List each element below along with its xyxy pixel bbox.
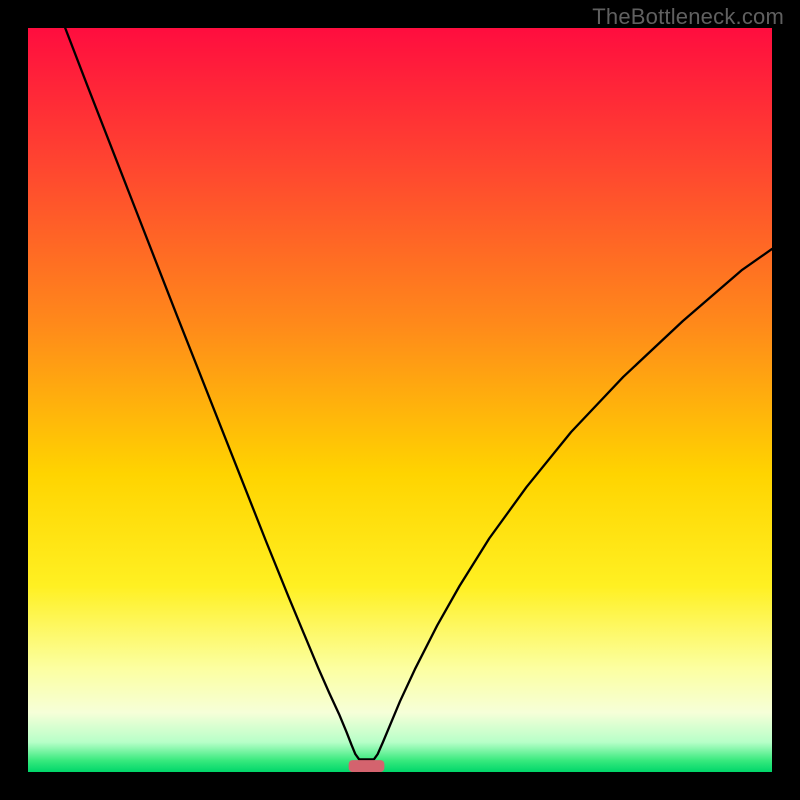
gradient-background [28,28,772,772]
chart-svg [28,28,772,772]
watermark-text: TheBottleneck.com [592,4,784,30]
plot-area [28,28,772,772]
chart-frame: TheBottleneck.com [0,0,800,800]
min-marker [349,760,385,772]
